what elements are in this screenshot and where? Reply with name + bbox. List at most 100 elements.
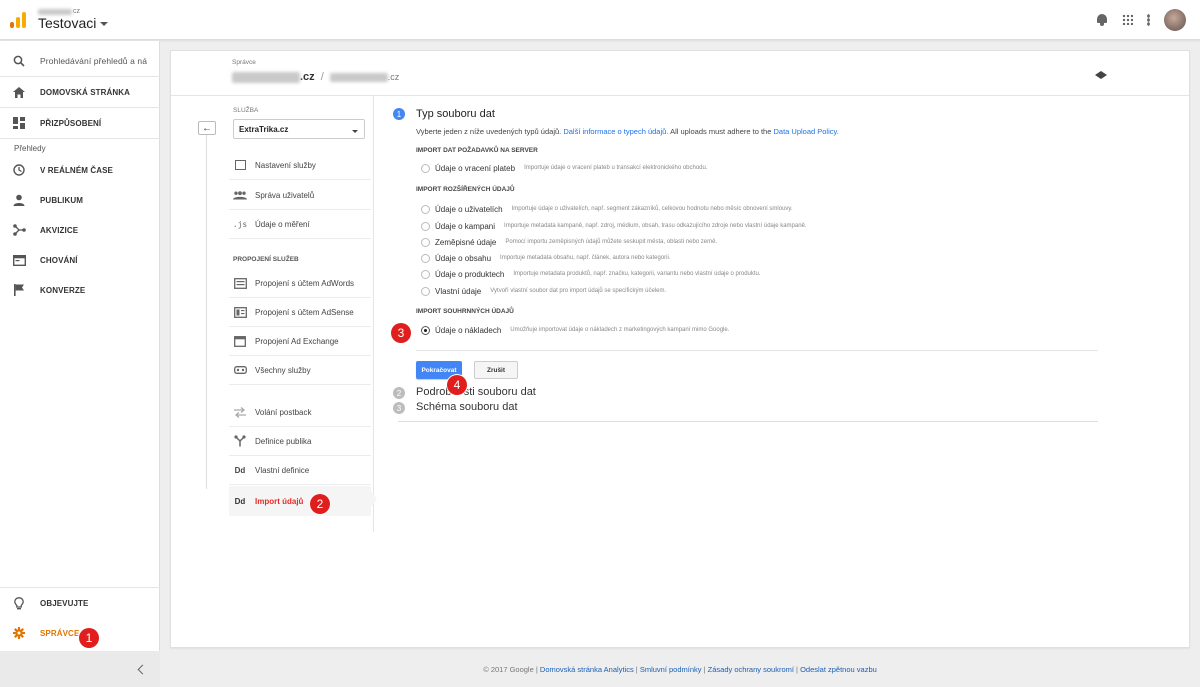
settings-item-data-import[interactable]: Dd Import údajů xyxy=(229,486,371,516)
nav-discover[interactable]: OBJEVUJTE xyxy=(0,588,160,618)
radio-button[interactable] xyxy=(421,221,430,231)
breadcrumb: .cz / .cz xyxy=(232,71,399,83)
apps-grid-icon[interactable] xyxy=(1122,14,1133,25)
nav-home-label: DOMOVSKÁ STRÁNKA xyxy=(40,88,131,97)
option-custom-data[interactable]: Vlastní údaje Vytvoří vlastní soubor dat… xyxy=(421,284,666,298)
property-name-blurred xyxy=(329,72,388,82)
js-icon: .js xyxy=(232,219,248,229)
nav-audience-label: PUBLIKUM xyxy=(40,195,84,205)
option-geo-data[interactable]: Zeměpisné údaje Pomocí importu zeměpisný… xyxy=(421,235,717,249)
report-search[interactable]: Prohledávání přehledů a ná xyxy=(0,45,160,77)
nav-realtime[interactable]: V REÁLNÉM ČASE xyxy=(0,155,160,185)
account-selector[interactable]: cz Testovaci xyxy=(38,8,109,31)
radio-button-selected[interactable] xyxy=(421,325,430,335)
flag-icon xyxy=(12,283,26,297)
top-bar: cz Testovaci xyxy=(0,0,1200,40)
radio-button[interactable] xyxy=(421,204,430,214)
lightbulb-icon xyxy=(12,596,26,610)
settings-item-label: Volání postback xyxy=(255,407,312,417)
settings-item-label: Nastavení služby xyxy=(255,160,316,170)
settings-item-label: Všechny služby xyxy=(255,365,311,375)
step-number-1: 1 xyxy=(393,108,405,120)
footer-link-privacy[interactable]: Zásady ochrany soukromí xyxy=(708,665,794,674)
nav-realtime-label: V REÁLNÉM ČASE xyxy=(40,165,113,175)
radio-button[interactable] xyxy=(421,237,430,247)
footer-copyright: © 2017 Google xyxy=(483,665,534,674)
radio-button[interactable] xyxy=(421,253,430,263)
nav-customization[interactable]: PŘIZPŮSOBENÍ xyxy=(0,108,160,138)
people-icon xyxy=(233,189,247,201)
adwords-icon xyxy=(233,277,247,289)
product-linking-section-title: PROPOJENÍ SLUŽEB xyxy=(233,256,299,263)
settings-item-label: Propojení s účtem AdWords xyxy=(255,278,355,288)
footer-link-analytics-home[interactable]: Domovská stránka Analytics xyxy=(540,665,634,674)
cancel-button[interactable]: Zrušit xyxy=(474,361,518,379)
breadcrumb-account-tld[interactable]: .cz xyxy=(300,71,315,83)
footer: © 2017 Google | Domovská stránka Analyti… xyxy=(483,665,877,674)
nav-discover-label: OBJEVUJTE xyxy=(40,598,89,608)
footer-link-terms[interactable]: Smluvní podmínky xyxy=(640,665,702,674)
back-button[interactable]: ← xyxy=(198,121,216,135)
annotation-marker-1: 1 xyxy=(79,628,99,648)
nav-audience[interactable]: PUBLIKUM xyxy=(0,185,160,215)
nav-behavior-label: CHOVÁNÍ xyxy=(40,255,78,265)
group-title-extended-import: IMPORT ROZŠÍŘENÝCH ÚDAJŮ xyxy=(416,186,515,193)
settings-item-label: Propojení Ad Exchange xyxy=(255,336,339,346)
radio-button[interactable] xyxy=(421,286,430,296)
breadcrumb-property-tld[interactable]: .cz xyxy=(388,72,400,82)
option-campaign-data[interactable]: Údaje o kampani Importuje metadata kampa… xyxy=(421,219,807,233)
analytics-logo-icon[interactable] xyxy=(10,11,26,28)
option-cost-data[interactable]: Údaje o nákladech Umožňuje importovat úd… xyxy=(421,323,729,337)
option-product-data[interactable]: Údaje o produktech Importuje metadata pr… xyxy=(421,267,761,281)
group-title-summary-import: IMPORT SOUHRNNÝCH ÚDAJŮ xyxy=(416,308,514,315)
settings-item-tracking-info[interactable]: .js Údaje o měření xyxy=(229,210,371,239)
adsense-icon xyxy=(233,306,247,318)
dd-icon: Dd xyxy=(234,465,246,475)
footer-link-feedback[interactable]: Odeslat zpětnou vazbu xyxy=(800,665,877,674)
data-upload-policy-link[interactable]: Data Upload Policy. xyxy=(773,127,838,136)
browser-window-icon xyxy=(12,253,26,267)
nav-behavior[interactable]: CHOVÁNÍ xyxy=(0,245,160,275)
postback-icon xyxy=(233,406,247,418)
step-title-2: Podrobnosti souboru dat xyxy=(416,386,536,398)
settings-item-ad-exchange-linking[interactable]: Propojení Ad Exchange xyxy=(229,327,371,356)
nav-conversions[interactable]: KONVERZE xyxy=(0,275,160,305)
arrow-left-icon: ← xyxy=(202,122,212,134)
nav-home[interactable]: DOMOVSKÁ STRÁNKA xyxy=(0,78,160,108)
settings-item-property-settings[interactable]: Nastavení služby xyxy=(229,151,371,180)
dd-icon: Dd xyxy=(234,496,246,506)
audience-fork-icon xyxy=(233,435,247,447)
settings-item-label: Správa uživatelů xyxy=(255,190,315,200)
graduation-cap-icon[interactable] xyxy=(1095,71,1107,79)
settings-item-adsense-linking[interactable]: Propojení s účtem AdSense xyxy=(229,298,371,327)
settings-item-user-management[interactable]: Správa uživatelů xyxy=(229,181,371,210)
service-select[interactable]: ExtraTrika.cz xyxy=(233,119,365,139)
service-label: SLUŽBA xyxy=(233,107,259,114)
home-icon xyxy=(12,86,26,100)
collapse-nav-button[interactable] xyxy=(0,651,160,687)
settings-item-adwords-linking[interactable]: Propojení s účtem AdWords xyxy=(229,269,371,298)
nav-acquisition[interactable]: AKVIZICE xyxy=(0,215,160,245)
settings-item-audience-definitions[interactable]: Definice publika xyxy=(229,427,371,456)
chevron-down-icon xyxy=(100,22,109,27)
nav-acquisition-label: AKVIZICE xyxy=(40,225,79,235)
admin-panel: Správce .cz / .cz ← SLUŽBA ExtraTrika.cz… xyxy=(170,50,1190,648)
radio-button[interactable] xyxy=(421,163,430,173)
avatar[interactable] xyxy=(1164,8,1186,31)
more-vert-icon[interactable] xyxy=(1147,13,1150,26)
notifications-bell-icon[interactable] xyxy=(1096,13,1108,26)
settings-item-postbacks[interactable]: Volání postback xyxy=(229,398,371,427)
annotation-marker-4: 4 xyxy=(447,375,467,395)
radio-button[interactable] xyxy=(421,269,430,279)
service-select-value: ExtraTrika.cz xyxy=(239,124,289,134)
settings-item-label: Import údajů xyxy=(255,496,304,506)
ad-exchange-icon xyxy=(233,335,247,347)
settings-item-custom-definitions[interactable]: Dd Vlastní definice xyxy=(229,456,371,485)
option-refund-data[interactable]: Údaje o vracení plateb Importuje údaje o… xyxy=(421,161,708,175)
learn-more-link[interactable]: Další informace o typech údajů. xyxy=(563,127,668,136)
option-user-data[interactable]: Údaje o uživatelích Importuje údaje o už… xyxy=(421,202,793,216)
settings-item-all-products[interactable]: Všechny služby xyxy=(229,356,371,385)
option-content-data[interactable]: Údaje o obsahu Importuje metadata obsahu… xyxy=(421,251,671,265)
annotation-marker-3: 3 xyxy=(391,323,411,343)
settings-item-label: Propojení s účtem AdSense xyxy=(255,307,354,317)
